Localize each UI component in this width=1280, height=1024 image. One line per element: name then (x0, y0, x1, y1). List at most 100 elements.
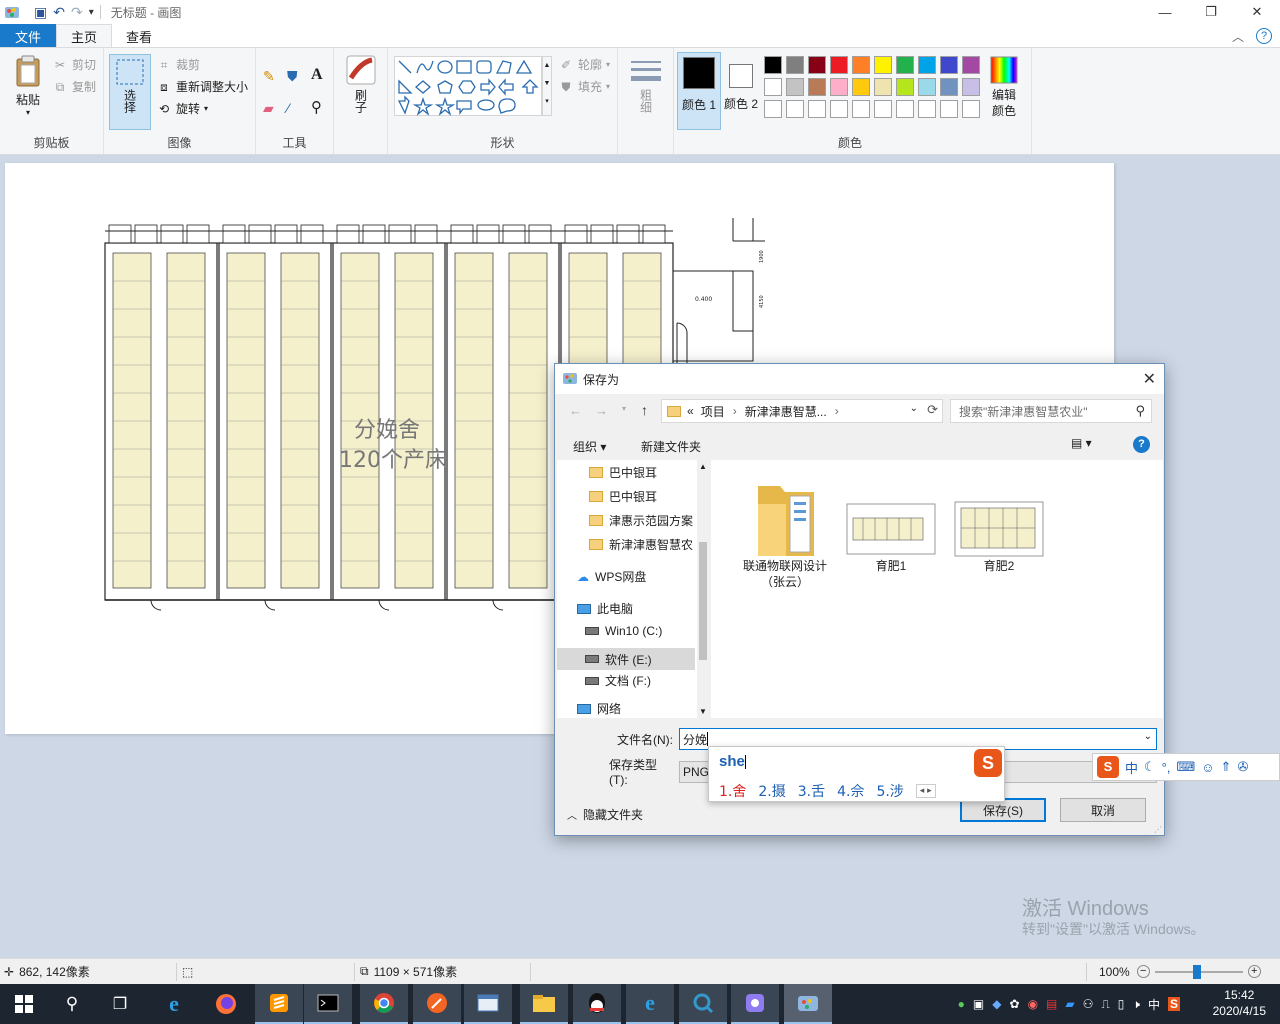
maximize-icon[interactable]: ❐ (1188, 0, 1234, 24)
keyboard-icon[interactable]: ⌨ (1176, 759, 1195, 775)
color-swatch[interactable] (852, 78, 870, 96)
close-icon[interactable]: ✕ (1143, 369, 1156, 389)
sogou-logo-icon[interactable]: S (1097, 756, 1119, 778)
zoom-out-icon[interactable]: − (1136, 965, 1150, 978)
recent-locations-icon[interactable]: ▾ (622, 404, 626, 413)
window-app-icon[interactable] (464, 984, 512, 1024)
file-item-image[interactable]: 育肥2 (949, 498, 1049, 574)
resize-button[interactable]: ⧈ 重新调整大小 (156, 78, 248, 95)
zoom-slider-thumb[interactable] (1192, 964, 1201, 979)
pencil-icon[interactable]: ✎ (263, 68, 275, 85)
help-icon[interactable]: ? (1133, 436, 1150, 453)
color2-button[interactable]: 颜色 2 (722, 52, 760, 130)
color-swatch[interactable] (940, 56, 958, 74)
color-swatch[interactable] (786, 56, 804, 74)
chevron-down-icon[interactable]: ⌄ (910, 403, 918, 414)
cut-button[interactable]: ✂ 剪切 (52, 56, 96, 73)
file-item-folder[interactable]: 联通物联网设计（张云） (735, 478, 835, 590)
nav-item[interactable]: 津惠示范园方案 (589, 512, 693, 529)
qq-icon[interactable] (573, 984, 621, 1024)
select-button[interactable]: 选择 (109, 54, 151, 130)
shapes-gallery[interactable] (394, 56, 542, 116)
ime-candidate[interactable]: 1.舍 (719, 781, 746, 801)
tray-app-7-icon[interactable]: ⚇ (1083, 997, 1094, 1011)
nav-item[interactable]: ☁ WPS网盘 (577, 568, 646, 585)
fill-button[interactable]: ⛊ 填充 ▾ (558, 78, 610, 95)
color-picker-icon[interactable]: ⁄ (287, 100, 289, 116)
color-swatch[interactable] (940, 100, 958, 118)
battery-icon[interactable]: ▯ (1118, 997, 1125, 1011)
text-tool-icon[interactable]: A (311, 66, 323, 84)
color-swatch[interactable] (874, 78, 892, 96)
tray-app-4-icon[interactable]: ◉ (1028, 997, 1038, 1011)
zoom-in-icon[interactable]: + (1247, 965, 1261, 978)
shapes-scroll[interactable]: ▲ ▼ ▾ (542, 56, 552, 116)
edit-colors-button[interactable]: 编辑颜色 (984, 56, 1024, 119)
scroll-up-icon[interactable]: ▲ (699, 462, 707, 471)
color-swatch[interactable] (808, 56, 826, 74)
outline-button[interactable]: ✐ 轮廓 ▾ (558, 56, 610, 73)
minimize-icon[interactable]: — (1142, 0, 1188, 24)
color-swatch[interactable] (852, 56, 870, 74)
color-swatch[interactable] (764, 100, 782, 118)
settings-wrench-icon[interactable]: ✇ (1237, 759, 1248, 775)
breadcrumb-separator[interactable]: › (835, 404, 839, 418)
nav-item[interactable]: 此电脑 (577, 600, 633, 617)
chrome-icon[interactable] (360, 984, 408, 1024)
tab-home[interactable]: 主页 (56, 24, 113, 48)
color-swatch[interactable] (764, 56, 782, 74)
ime-candidate[interactable]: 4.佘 (837, 781, 864, 801)
organize-button[interactable]: 组织 ▾ (573, 438, 606, 455)
search-input[interactable]: 搜索"新津津惠智慧农业" ⚲ (950, 399, 1152, 423)
new-folder-button[interactable]: 新建文件夹 (641, 438, 701, 455)
ie-browser-icon[interactable]: e (150, 984, 198, 1024)
nav-item[interactable]: 文档 (F:) (585, 672, 651, 689)
tray-app-3-icon[interactable]: ✿ (1010, 997, 1020, 1011)
network-icon[interactable]: ⎍ (1101, 997, 1109, 1012)
voice-icon[interactable]: ☺ (1201, 760, 1214, 775)
undo-icon[interactable]: ↶ (53, 4, 65, 21)
tray-app-5-icon[interactable]: ▤ (1046, 997, 1057, 1011)
color-swatch[interactable] (852, 100, 870, 118)
nav-item[interactable]: 网络 (577, 700, 621, 717)
nav-item[interactable]: 软件 (E:) (557, 648, 695, 670)
paint-taskbar-icon[interactable] (784, 984, 832, 1024)
color-swatch[interactable] (764, 78, 782, 96)
screenshot-app-icon[interactable] (731, 984, 779, 1024)
rotate-button[interactable]: ⟲ 旋转 ▾ (156, 100, 208, 117)
color-swatch[interactable] (896, 100, 914, 118)
refresh-icon[interactable]: ⟳ (927, 402, 938, 418)
breadcrumb-overflow[interactable]: « (687, 404, 694, 418)
ime-mode-toggle[interactable]: 中 (1125, 758, 1138, 777)
chevron-down-icon[interactable]: ⌄ (1144, 731, 1152, 742)
start-button[interactable] (0, 984, 48, 1024)
terminal-icon[interactable] (304, 984, 352, 1024)
breadcrumb-item[interactable]: 项目 (701, 403, 725, 420)
collapse-ribbon-icon[interactable]: ︿ (1232, 28, 1244, 45)
color-swatch[interactable] (786, 78, 804, 96)
color-swatch[interactable] (830, 56, 848, 74)
pen-app-icon[interactable] (413, 984, 461, 1024)
tray-app-2-icon[interactable]: ◆ (992, 997, 1001, 1011)
color-swatch[interactable] (918, 100, 936, 118)
breadcrumb-separator[interactable]: › (733, 404, 737, 418)
brushes-button[interactable]: 刷子 (342, 54, 380, 113)
color-swatch[interactable] (808, 100, 826, 118)
fill-bucket-icon[interactable]: ⛊ (287, 68, 298, 85)
paste-button[interactable]: 粘贴 ▾ (8, 54, 48, 117)
clock[interactable]: 15:42 2020/4/15 (1213, 987, 1266, 1019)
ime-candidate[interactable]: 2.摄 (758, 781, 785, 801)
forward-arrow-icon[interactable]: → (595, 403, 608, 418)
nav-scrollbar[interactable]: ▲ ▼ (697, 460, 709, 718)
volume-icon[interactable]: 🕨 (1132, 997, 1140, 1012)
color1-button[interactable]: 颜色 1 (677, 52, 721, 130)
resize-grip-icon[interactable]: ⋰ (1154, 825, 1162, 834)
view-options-icon[interactable]: ▤ ▾ (1071, 436, 1092, 450)
color-swatch[interactable] (918, 56, 936, 74)
crop-button[interactable]: ⌗ 裁剪 (156, 56, 200, 73)
up-arrow-icon[interactable]: ↑ (641, 402, 648, 418)
save-icon[interactable]: ▣ (34, 4, 47, 21)
ime-page-arrows-icon[interactable]: ◂ ▸ (915, 784, 936, 798)
file-explorer-icon[interactable] (520, 984, 568, 1024)
firefox-icon[interactable] (202, 984, 250, 1024)
